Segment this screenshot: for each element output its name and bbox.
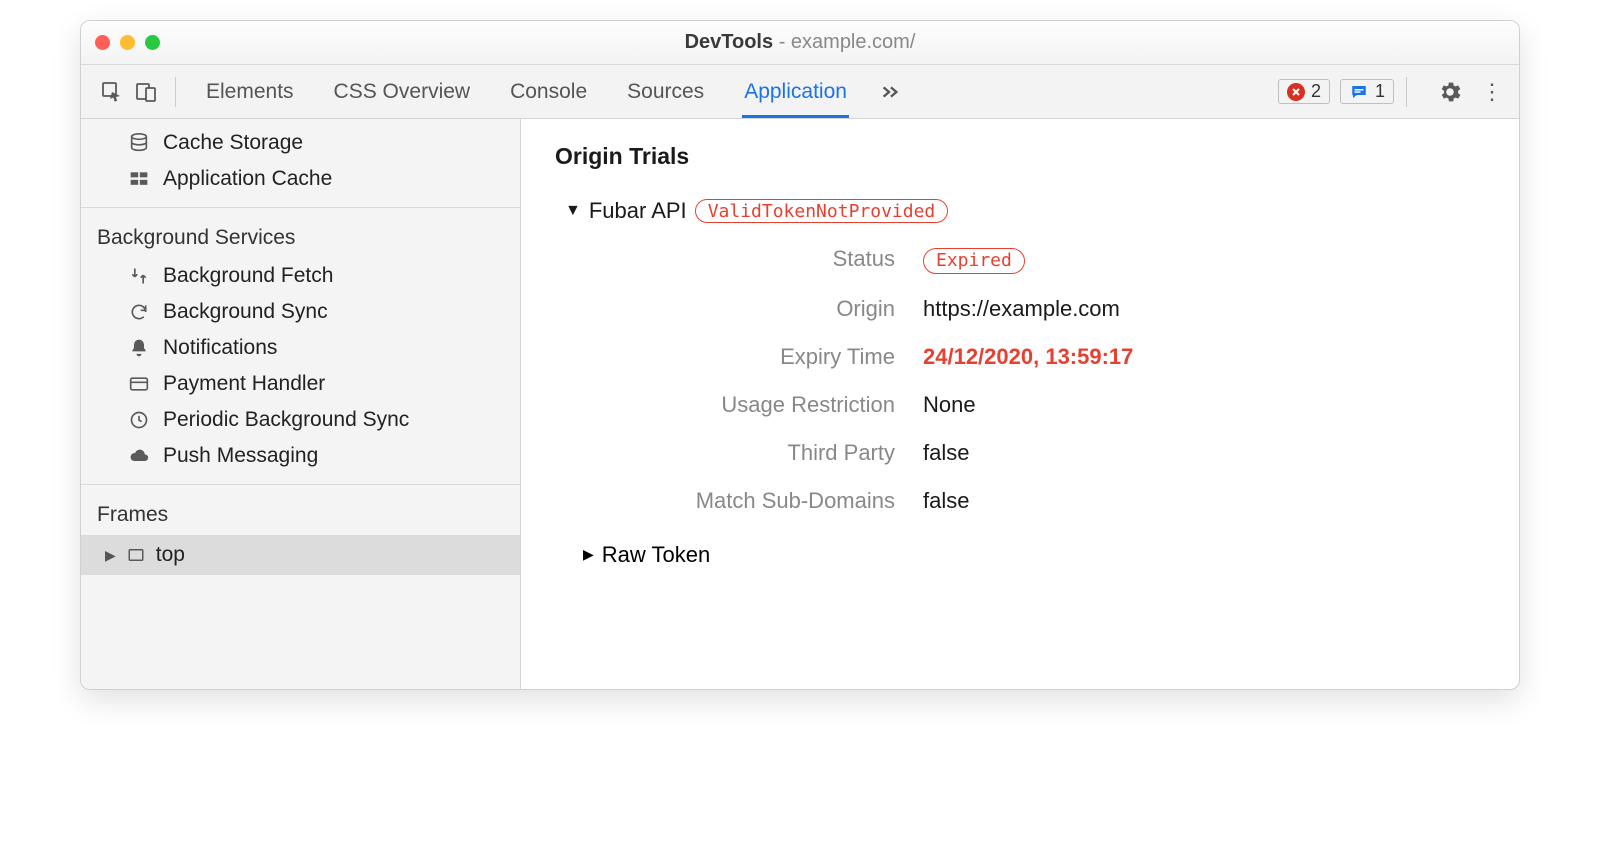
toolbar-divider-2 [1406,77,1407,107]
label-status: Status [615,246,895,274]
traffic-lights [95,35,160,50]
sidebar-item-label: Notifications [163,336,277,360]
errors-count: 2 [1311,81,1321,102]
sidebar-item-notifications[interactable]: Notifications [81,330,520,366]
settings-button[interactable] [1437,79,1463,105]
bell-icon [127,338,151,358]
toolbar-divider [175,77,176,107]
disclosure-triangle-icon: ▶ [105,547,116,564]
messages-count: 1 [1375,81,1385,102]
value-status: Expired [923,246,1485,274]
sidebar-section-frames: Frames [81,484,520,535]
disclosure-triangle-icon: ▶ [583,546,594,563]
sidebar-section-background-services: Background Services [81,207,520,258]
trial-name: Fubar API [589,198,687,224]
cloud-icon [127,446,151,466]
fetch-icon [127,266,151,286]
errors-counter[interactable]: 2 [1278,79,1330,104]
minimize-window-button[interactable] [120,35,135,50]
titlebar: DevTools - example.com/ [81,21,1519,65]
value-origin: https://example.com [923,296,1485,322]
origin-trial-row[interactable]: ▼ Fubar API ValidTokenNotProvided [565,198,1485,224]
window-title: DevTools - example.com/ [81,31,1519,54]
tab-css-overview[interactable]: CSS Overview [332,66,473,118]
devtools-window: DevTools - example.com/ Elements CSS Ove… [80,20,1520,690]
sidebar-item-periodic-bg-sync[interactable]: Periodic Background Sync [81,402,520,438]
raw-token-disclosure[interactable]: ▶ Raw Token [583,542,1485,568]
sidebar-item-frame-top[interactable]: ▶ top [81,535,520,575]
sidebar-item-label: Background Sync [163,300,328,324]
sidebar-item-label: Push Messaging [163,444,318,468]
credit-card-icon [127,374,151,394]
more-tabs-button[interactable] [879,81,901,103]
panel-body: Cache Storage Application Cache Backgrou… [81,119,1519,689]
value-subdomains: false [923,488,1485,514]
error-icon [1287,83,1305,101]
sidebar-item-label: Background Fetch [163,264,333,288]
frame-icon [126,546,146,564]
main-panel: Origin Trials ▼ Fubar API ValidTokenNotP… [521,119,1519,689]
value-expiry: 24/12/2020, 13:59:17 [923,344,1485,370]
disclosure-triangle-icon: ▼ [565,202,581,220]
tab-sources[interactable]: Sources [625,66,706,118]
title-app: DevTools [685,31,774,53]
more-options-button[interactable]: ⋮ [1481,79,1505,105]
title-url: example.com/ [791,31,916,53]
value-usage-restriction: None [923,392,1485,418]
label-expiry: Expiry Time [615,344,895,370]
tab-console[interactable]: Console [508,66,589,118]
messages-counter[interactable]: 1 [1340,79,1394,104]
sidebar-item-label: Periodic Background Sync [163,408,409,432]
sidebar-item-background-sync[interactable]: Background Sync [81,294,520,330]
application-sidebar: Cache Storage Application Cache Backgrou… [81,119,521,689]
message-icon [1349,83,1369,101]
raw-token-label: Raw Token [602,542,710,568]
sync-icon [127,302,151,322]
device-toggle-icon[interactable] [129,75,163,109]
panel-tabs: Elements CSS Overview Console Sources Ap… [204,66,849,118]
frame-label: top [156,543,185,567]
clock-icon [127,410,151,430]
trial-details-grid: Status Expired Origin https://example.co… [615,246,1485,514]
value-third-party: false [923,440,1485,466]
sidebar-item-background-fetch[interactable]: Background Fetch [81,258,520,294]
database-icon [127,132,151,154]
maximize-window-button[interactable] [145,35,160,50]
panel-heading: Origin Trials [555,143,1485,170]
sidebar-item-payment-handler[interactable]: Payment Handler [81,366,520,402]
sidebar-item-cache-storage[interactable]: Cache Storage [81,125,520,161]
tab-application[interactable]: Application [742,66,849,118]
status-pill: Expired [923,248,1025,274]
grid-icon [127,169,151,189]
inspect-element-icon[interactable] [95,75,129,109]
sidebar-item-label: Application Cache [163,167,332,191]
tab-elements[interactable]: Elements [204,66,296,118]
label-origin: Origin [615,296,895,322]
trial-status-badge: ValidTokenNotProvided [695,199,949,223]
label-usage-restriction: Usage Restriction [615,392,895,418]
main-toolbar: Elements CSS Overview Console Sources Ap… [81,65,1519,119]
sidebar-item-application-cache[interactable]: Application Cache [81,161,520,197]
sidebar-item-push-messaging[interactable]: Push Messaging [81,438,520,474]
close-window-button[interactable] [95,35,110,50]
sidebar-item-label: Payment Handler [163,372,325,396]
label-subdomains: Match Sub-Domains [615,488,895,514]
sidebar-item-label: Cache Storage [163,131,303,155]
label-third-party: Third Party [615,440,895,466]
